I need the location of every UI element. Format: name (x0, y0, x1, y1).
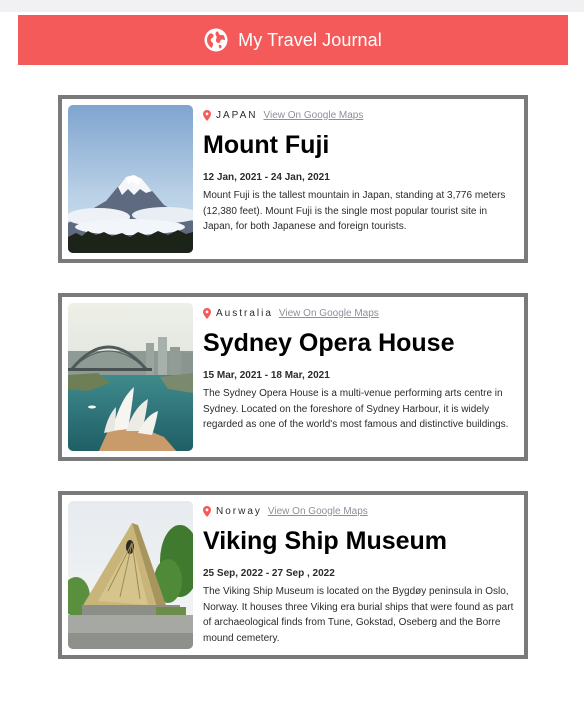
journal-entry-card: Australia View On Google Maps Sydney Ope… (58, 293, 528, 461)
entry-photo-viking-ship-museum (68, 501, 193, 649)
browser-top-strip (0, 0, 584, 12)
google-maps-link[interactable]: View On Google Maps (268, 506, 368, 517)
google-maps-link[interactable]: View On Google Maps (264, 110, 364, 121)
entry-description: The Viking Ship Museum is located on the… (203, 586, 514, 644)
entry-title: Sydney Opera House (203, 329, 455, 357)
entry-country: Norway (216, 505, 262, 517)
entry-dates: 12 Jan, 2021 - 24 Jan, 2021 (203, 172, 330, 183)
entry-country: Australia (216, 307, 273, 319)
entry-title: Mount Fuji (203, 131, 330, 159)
entry-title: Viking Ship Museum (203, 527, 448, 555)
location-pin-icon (203, 109, 211, 121)
journal-entry-card: Norway View On Google Maps Viking Ship M… (58, 491, 528, 659)
entry-dates: 15 Mar, 2021 - 18 Mar, 2021 (203, 370, 330, 381)
app-header: My Travel Journal (18, 15, 568, 65)
entry-description: Mount Fuji is the tallest mountain in Ja… (203, 190, 506, 232)
entry-photo-sydney-opera-house (68, 303, 193, 451)
journal-entry-card: JAPAN View On Google Maps Mount Fuji 12 … (58, 95, 528, 263)
location-pin-icon (203, 505, 211, 517)
globe-icon (204, 28, 228, 52)
entry-dates: 25 Sep, 2022 - 27 Sep , 2022 (203, 568, 335, 579)
location-pin-icon (203, 307, 211, 319)
entry-photo-mount-fuji (68, 105, 193, 253)
google-maps-link[interactable]: View On Google Maps (279, 308, 379, 319)
entry-country: JAPAN (216, 109, 258, 121)
entry-description: The Sydney Opera House is a multi-venue … (203, 388, 509, 430)
app-title: My Travel Journal (238, 29, 382, 50)
